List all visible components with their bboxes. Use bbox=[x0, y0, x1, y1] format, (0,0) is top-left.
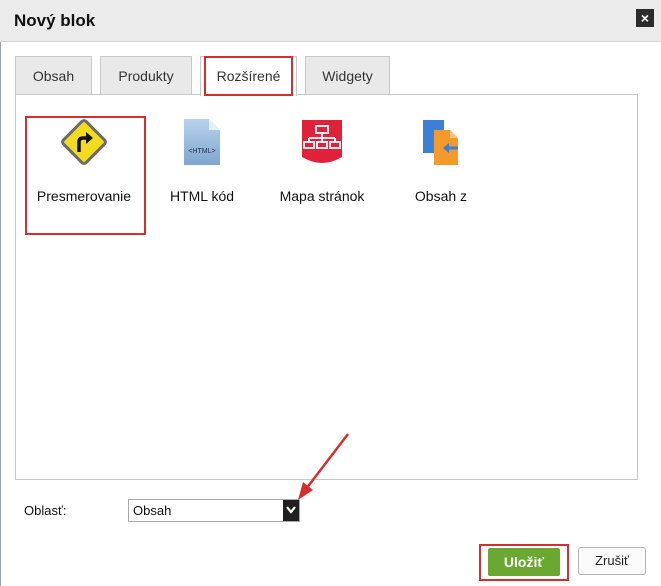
save-button[interactable]: Uložiť bbox=[488, 548, 560, 576]
close-button[interactable]: × bbox=[636, 9, 654, 27]
tab-rozsirene[interactable]: Rozšírené bbox=[200, 56, 297, 96]
dialog-titlebar: Nový blok × bbox=[0, 0, 661, 42]
area-label: Oblasť: bbox=[24, 503, 67, 518]
item-label: Obsah z bbox=[414, 188, 468, 204]
item-mapa-stranok[interactable]: Mapa stránok bbox=[267, 115, 377, 204]
tab-panel: Presmerovanie <HTML> HTML kód Mapa strán… bbox=[15, 94, 638, 480]
item-label: Presmerovanie bbox=[36, 188, 132, 204]
item-html-kod[interactable]: <HTML> HTML kód bbox=[147, 115, 257, 204]
item-label: Mapa stránok bbox=[279, 188, 365, 204]
redirect-sign-icon bbox=[57, 115, 111, 169]
html-icon-text: <HTML> bbox=[188, 148, 215, 155]
area-select-value: Obsah bbox=[133, 503, 172, 518]
tab-widgety[interactable]: Widgety bbox=[305, 56, 390, 95]
chevron-down-icon[interactable] bbox=[283, 500, 299, 521]
html-file-icon: <HTML> bbox=[175, 115, 229, 169]
close-icon: × bbox=[640, 10, 650, 26]
item-obsah-z[interactable]: Obsah z bbox=[386, 115, 496, 204]
dialog-title: Nový blok bbox=[14, 11, 96, 30]
content-from-icon bbox=[414, 115, 468, 169]
sitemap-icon bbox=[295, 115, 349, 169]
area-select[interactable]: Obsah bbox=[128, 499, 300, 522]
left-border bbox=[0, 42, 1, 586]
tab-produkty[interactable]: Produkty bbox=[100, 56, 192, 95]
cancel-button[interactable]: Zrušiť bbox=[578, 547, 646, 575]
tab-obsah[interactable]: Obsah bbox=[15, 56, 92, 95]
item-label: HTML kód bbox=[169, 188, 235, 204]
item-presmerovanie[interactable]: Presmerovanie bbox=[29, 115, 139, 204]
